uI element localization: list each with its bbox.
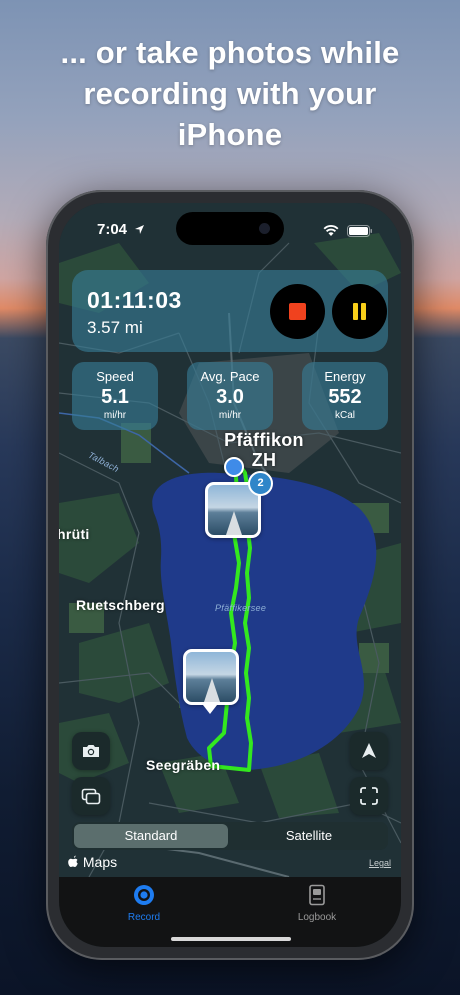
tab-logbook-label: Logbook (297, 912, 337, 923)
photo-thumbnail (204, 678, 220, 702)
metric-avg-pace: Avg. Pace 3.0 mi/hr (187, 362, 273, 430)
navigation-arrow-icon (362, 743, 376, 758)
town-label-seegraben: Seegräben (146, 757, 221, 773)
legal-link[interactable]: Legal (369, 858, 391, 868)
lake-label: Pfäffikersee (215, 603, 267, 613)
lake (152, 472, 377, 770)
home-indicator (171, 937, 291, 941)
tab-logbook[interactable]: Logbook (267, 884, 367, 923)
metric-label: Speed (96, 369, 134, 384)
town-label-chruti: hrüti (59, 526, 90, 542)
photo-thumbnail (226, 511, 242, 535)
metric-unit: mi/hr (103, 410, 127, 421)
elapsed-time: 01:11:03 (87, 287, 182, 313)
metric-unit: kCal (334, 410, 355, 421)
metric-label: Avg. Pace (200, 369, 260, 384)
dynamic-island (176, 212, 284, 245)
apple-maps-logo: Maps (68, 854, 117, 870)
metric-value: 552 (328, 386, 362, 408)
stop-button[interactable] (270, 284, 325, 339)
recording-panel: 01:11:03 3.57 mi (72, 270, 388, 352)
metric-label: Energy (324, 369, 366, 384)
distance: 3.57 mi (87, 318, 143, 337)
photo-pin[interactable] (183, 649, 239, 705)
metric-value: 3.0 (216, 386, 244, 408)
photo-stack-icon (81, 788, 101, 805)
status-bar: 7:04 (59, 203, 401, 253)
recenter-button[interactable] (350, 732, 388, 770)
photo-count-badge: 2 (248, 471, 273, 496)
metric-energy: Energy 552 kCal (302, 362, 388, 430)
map-type-satellite[interactable]: Satellite (232, 824, 386, 848)
status-icons (323, 222, 373, 240)
tab-record-label: Record (127, 912, 161, 923)
photo-pin-pointer (203, 705, 217, 714)
current-location-dot (224, 457, 244, 477)
headline: ... or take photos while recording with … (0, 32, 460, 155)
record-icon (134, 885, 154, 905)
wifi-icon (323, 224, 338, 236)
apple-logo-icon (68, 855, 78, 867)
tab-record[interactable]: Record (94, 884, 194, 923)
map-type-selector: Standard Satellite (72, 822, 388, 850)
logbook-icon (309, 884, 325, 906)
headline-line-2: recording with your (83, 76, 377, 111)
metric-value: 5.1 (101, 386, 129, 408)
stop-icon (289, 303, 306, 320)
headline-line-1: ... or take photos while (60, 35, 400, 70)
battery-icon (347, 224, 372, 237)
headline-line-3: iPhone (177, 117, 283, 152)
metric-unit: mi/hr (218, 410, 242, 421)
metric-speed: Speed 5.1 mi/hr (72, 362, 158, 430)
map-type-standard[interactable]: Standard (74, 824, 228, 848)
maps-label: Maps (82, 854, 118, 870)
phone-screen: Pfäffikon ZH hrüti Ruetschberg Seegräben… (59, 203, 401, 947)
photo-gallery-button[interactable] (72, 777, 110, 815)
pause-button[interactable] (332, 284, 387, 339)
location-arrow-icon (135, 225, 144, 234)
town-label-ruetschberg: Ruetschberg (76, 597, 165, 613)
camera-icon (83, 745, 99, 757)
expand-frame-icon (360, 787, 378, 805)
camera-button[interactable] (72, 732, 110, 770)
fit-track-button[interactable] (350, 777, 388, 815)
status-time: 7:04 (97, 221, 128, 238)
front-camera (259, 223, 270, 234)
